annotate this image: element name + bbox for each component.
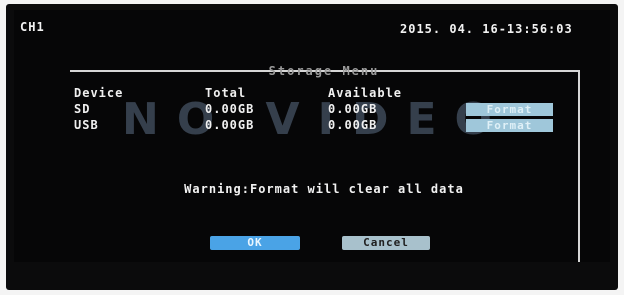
header-device: Device [74,86,124,100]
row-total: 0.00GB [205,118,255,132]
row-available: 0.00GB [328,118,378,132]
format-sd-button[interactable]: Format [466,103,553,116]
cancel-button[interactable]: Cancel [342,236,430,250]
row-device: USB [74,118,99,132]
screen: CH1 2015. 04. 16-13:56:03 Storage Menu N… [14,10,610,262]
datetime: 2015. 04. 16-13:56:03 [400,22,573,36]
header-total: Total [205,86,247,100]
row-device: SD [74,102,91,116]
channel-label: CH1 [20,20,45,34]
format-usb-button[interactable]: Format [466,119,553,132]
dialog-title: Storage Menu [268,64,380,78]
header-available: Available [328,86,403,100]
monitor-bezel: CH1 2015. 04. 16-13:56:03 Storage Menu N… [6,4,618,290]
row-total: 0.00GB [205,102,255,116]
ok-button[interactable]: OK [210,236,300,250]
warning-text: Warning:Format will clear all data [184,182,464,196]
storage-menu-dialog: Storage Menu NO VIDEO Device Total Avail… [70,64,580,262]
row-available: 0.00GB [328,102,378,116]
no-video-watermark: NO VIDEO [122,94,510,145]
